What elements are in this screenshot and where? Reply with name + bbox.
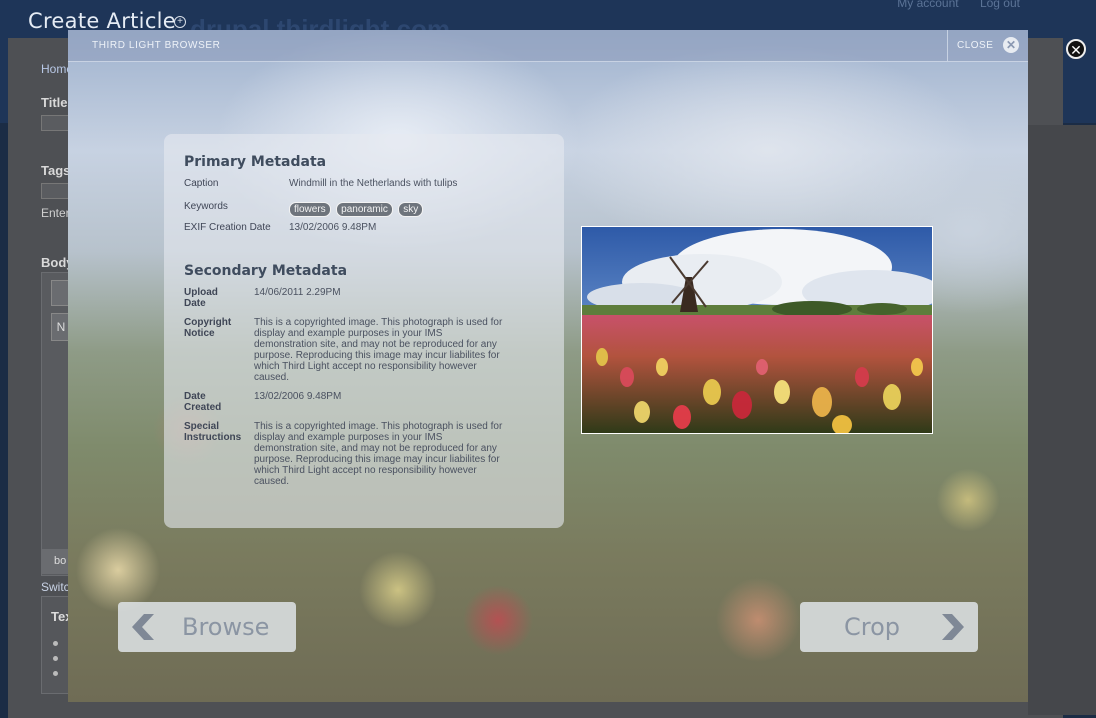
metadata-panel: Primary Metadata Caption Windmill in the…	[164, 134, 564, 528]
exif-date-value: 13/02/2006 9.48PM	[289, 222, 377, 233]
editor-path: bo	[54, 555, 67, 567]
special-instructions-label: Special Instructions	[184, 421, 242, 443]
list-bullet	[53, 656, 58, 661]
close-label[interactable]: CLOSE	[957, 40, 993, 51]
crop-label: Crop	[844, 613, 901, 641]
title-label: Title	[41, 95, 68, 110]
caption-label: Caption	[184, 178, 219, 189]
close-button[interactable]: CLOSE ✕	[947, 30, 1028, 61]
caption-value: Windmill in the Netherlands with tulips	[289, 178, 458, 189]
special-instructions-value: This is a copyrighted image. This photog…	[254, 421, 503, 487]
windmill-tulips-photo	[582, 227, 932, 433]
user-nav: My account Log out	[879, 0, 1020, 10]
keyword-tag[interactable]: panoramic	[336, 202, 393, 217]
list-bullet	[53, 671, 58, 676]
modal-title: THIRD LIGHT BROWSER	[92, 40, 221, 51]
overlay-close-icon[interactable]: ✕	[1066, 39, 1086, 59]
modal-header: THIRD LIGHT BROWSER CLOSE ✕	[68, 30, 1028, 62]
chevron-right-icon	[942, 614, 964, 640]
date-created-label: Date Created	[184, 391, 222, 413]
keywords-label: Keywords	[184, 201, 228, 212]
third-light-browser-modal: THIRD LIGHT BROWSER CLOSE ✕ Primary Meta…	[68, 30, 1028, 702]
my-account-link[interactable]: My account	[897, 0, 958, 10]
copyright-label: Copyright Notice	[184, 317, 232, 339]
list-bullet	[53, 641, 58, 646]
exif-date-label: EXIF Creation Date	[184, 222, 271, 233]
keyword-tags: flowers panoramic sky	[289, 199, 424, 217]
upload-date-label: Upload Date	[184, 287, 218, 309]
secondary-metadata-heading: Secondary Metadata	[184, 263, 348, 279]
tags-hint: Enter	[41, 206, 70, 220]
selected-image-preview[interactable]	[581, 226, 933, 434]
primary-metadata-heading: Primary Metadata	[184, 154, 327, 170]
tags-label: Tags	[41, 163, 71, 178]
chevron-left-icon	[132, 614, 154, 640]
switch-editor-link[interactable]: Switc	[41, 580, 70, 594]
keyword-tag[interactable]: sky	[398, 202, 424, 217]
browse-label: Browse	[182, 613, 270, 641]
logout-link[interactable]: Log out	[980, 0, 1020, 10]
keyword-tag[interactable]: flowers	[289, 202, 331, 217]
date-created-value: 13/02/2006 9.48PM	[254, 391, 342, 402]
add-shortcut-icon[interactable]: +	[174, 16, 186, 28]
upload-date-value: 14/06/2011 2.29PM	[254, 287, 341, 298]
browse-button[interactable]: Browse	[118, 602, 296, 652]
page-sidebar	[1028, 125, 1096, 715]
copyright-value: This is a copyrighted image. This photog…	[254, 317, 503, 383]
close-icon[interactable]: ✕	[1003, 37, 1019, 53]
crop-button[interactable]: Crop	[800, 602, 978, 652]
